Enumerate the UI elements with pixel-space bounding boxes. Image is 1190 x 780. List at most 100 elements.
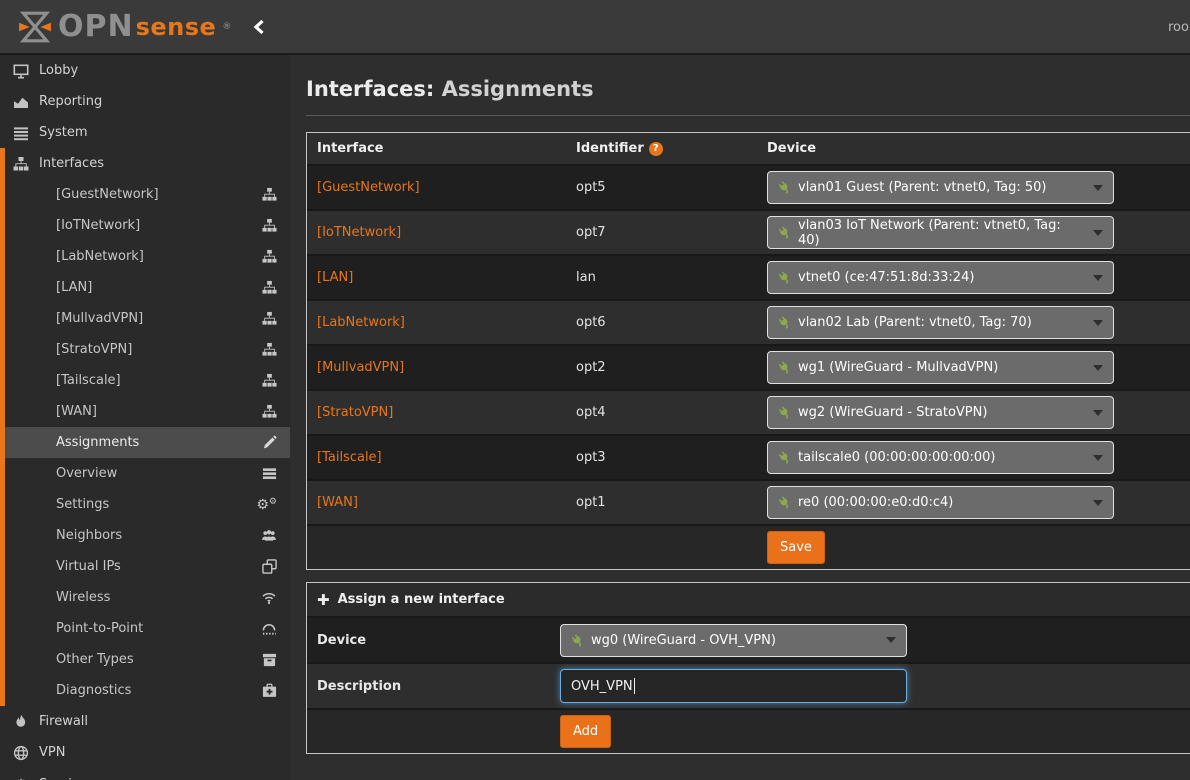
- interface-link[interactable]: [IoTNetwork]: [317, 225, 401, 240]
- device-select[interactable]: wg2 (WireGuard - StratoVPN): [767, 396, 1114, 429]
- sidebar-item-label: [IoTNetwork]: [56, 218, 140, 233]
- reorder-icon: [262, 466, 277, 481]
- sidebar-item-diagnostics[interactable]: Diagnostics: [0, 675, 290, 706]
- sidebar-item-label: [WAN]: [56, 404, 97, 419]
- device-select-value: tailscale0 (00:00:00:00:00:00): [798, 450, 995, 465]
- brand-sense: sense: [136, 15, 217, 39]
- sidebar-item-label: Neighbors: [56, 528, 122, 543]
- plug-icon: [775, 403, 795, 423]
- desktop-icon: [13, 63, 29, 79]
- device-field-row: Device wg0 (WireGuard - OVH_VPN): [307, 616, 1190, 662]
- sidebar-item-system[interactable]: System: [0, 117, 290, 148]
- plug-icon: [775, 223, 795, 243]
- sidebar-item-services[interactable]: ⚙ Services: [0, 769, 290, 780]
- device-select[interactable]: vlan02 Lab (Parent: vtnet0, Tag: 70): [767, 306, 1114, 339]
- assign-panel-footer: Add: [307, 708, 1190, 753]
- sidebar-item-label: [MullvadVPN]: [56, 311, 143, 326]
- main-content: Interfaces: Assignments Interface Identi…: [290, 55, 1190, 780]
- text-cursor: [634, 678, 635, 694]
- sidebar-item-tailscale[interactable]: [Tailscale]: [0, 365, 290, 396]
- interface-link[interactable]: [MullvadVPN]: [317, 360, 404, 375]
- sidebar-item-label: Reporting: [39, 94, 102, 109]
- sidebar-item-mullvadvpn[interactable]: [MullvadVPN]: [0, 303, 290, 334]
- device-select[interactable]: re0 (00:00:00:e0:d0:c4): [767, 486, 1114, 519]
- page-title-section: Interfaces:: [306, 77, 434, 101]
- plug-icon: [775, 448, 795, 468]
- interface-link[interactable]: [StratoVPN]: [317, 405, 393, 420]
- sidebar-item-labnetwork[interactable]: [LabNetwork]: [0, 241, 290, 272]
- table-row: [StratoVPN] opt4 wg2 (WireGuard - Strato…: [307, 389, 1190, 434]
- sidebar-item-iotnetwork[interactable]: [IoTNetwork]: [0, 210, 290, 241]
- description-input[interactable]: OVH_VPN: [560, 669, 907, 703]
- sidebar-item-overview[interactable]: Overview: [0, 458, 290, 489]
- sidebar-item-virtual-ips[interactable]: Virtual IPs: [0, 551, 290, 582]
- assign-new-interface-panel: ✚ Assign a new interface Device wg0 (Wir…: [306, 582, 1190, 754]
- device-select[interactable]: vlan01 Guest (Parent: vtnet0, Tag: 50): [767, 171, 1114, 204]
- sidebar-item-vpn[interactable]: VPN: [0, 737, 290, 768]
- sitemap-icon: [262, 280, 277, 295]
- interface-link[interactable]: [LAN]: [317, 270, 353, 285]
- sidebar-item-other-types[interactable]: Other Types: [0, 644, 290, 675]
- fire-icon: [13, 714, 29, 730]
- clone-icon: [262, 559, 277, 574]
- sidebar-item-stratovpn[interactable]: [StratoVPN]: [0, 334, 290, 365]
- sidebar-item-point-to-point[interactable]: Point-to-Point: [0, 613, 290, 644]
- sitemap-icon: [262, 311, 277, 326]
- new-device-select[interactable]: wg0 (WireGuard - OVH_VPN): [560, 624, 907, 657]
- sidebar-item-assignments[interactable]: Assignments: [0, 427, 290, 458]
- chevron-down-icon: [1093, 275, 1103, 281]
- plug-icon: [568, 630, 588, 650]
- logged-in-user[interactable]: roo: [1168, 20, 1189, 35]
- sidebar-item-label: Firewall: [39, 714, 88, 729]
- chevron-down-icon: [886, 637, 896, 643]
- table-row: [Tailscale] opt3 tailscale0 (00:00:00:00…: [307, 434, 1190, 479]
- sidebar-item-wan[interactable]: [WAN]: [0, 396, 290, 427]
- plus-icon: ✚: [317, 591, 330, 609]
- help-icon[interactable]: ?: [649, 142, 663, 156]
- interface-link[interactable]: [Tailscale]: [317, 450, 382, 465]
- sidebar-item-interfaces[interactable]: Interfaces: [0, 148, 290, 179]
- sidebar-item-label: Settings: [56, 497, 109, 512]
- plug-icon: [775, 178, 795, 198]
- list-icon: [13, 125, 29, 141]
- sidebar-item-wireless[interactable]: Wireless: [0, 582, 290, 613]
- interface-link[interactable]: [LabNetwork]: [317, 315, 405, 330]
- sitemap-icon: [262, 187, 277, 202]
- identifier-value: opt6: [566, 315, 757, 330]
- chevron-down-icon: [1093, 500, 1103, 506]
- sidebar-item-firewall[interactable]: Firewall: [0, 706, 290, 737]
- description-field-row: Description OVH_VPN: [307, 662, 1190, 708]
- add-button[interactable]: Add: [560, 715, 611, 748]
- identifier-value: opt1: [566, 495, 757, 510]
- interface-link[interactable]: [GuestNetwork]: [317, 180, 420, 195]
- device-select[interactable]: tailscale0 (00:00:00:00:00:00): [767, 441, 1114, 474]
- sidebar-item-label: [LAN]: [56, 280, 92, 295]
- device-select[interactable]: vlan03 IoT Network (Parent: vtnet0, Tag:…: [767, 216, 1114, 249]
- sidebar-item-lan[interactable]: [LAN]: [0, 272, 290, 303]
- sidebar-item-reporting[interactable]: Reporting: [0, 86, 290, 117]
- identifier-value: opt7: [566, 225, 757, 240]
- sidebar-item-label: [Tailscale]: [56, 373, 121, 388]
- sidebar-item-label: Lobby: [39, 63, 78, 78]
- chevron-left-icon: [253, 19, 265, 35]
- sidebar-item-guestnetwork[interactable]: [GuestNetwork]: [0, 179, 290, 210]
- opnsense-logo[interactable]: OPNsense®: [0, 11, 231, 43]
- identifier-value: opt3: [566, 450, 757, 465]
- plug-icon: [775, 268, 795, 288]
- device-select[interactable]: vtnet0 (ce:47:51:8d:33:24): [767, 261, 1114, 294]
- sidebar-item-settings[interactable]: Settings ⚙⚙: [0, 489, 290, 520]
- sidebar-item-label: Wireless: [56, 590, 110, 605]
- column-header-interface: Interface: [307, 141, 566, 156]
- sitemap-icon: [262, 404, 277, 419]
- globe-icon: [13, 745, 29, 761]
- device-select[interactable]: wg1 (WireGuard - MullvadVPN): [767, 351, 1114, 384]
- sidebar-collapse-button[interactable]: [253, 19, 265, 35]
- identifier-value: opt2: [566, 360, 757, 375]
- sidebar-item-label: Other Types: [56, 652, 134, 667]
- interface-link[interactable]: [WAN]: [317, 495, 358, 510]
- sidebar-item-neighbors[interactable]: Neighbors: [0, 520, 290, 551]
- sidebar-item-lobby[interactable]: Lobby: [0, 55, 290, 86]
- table-row: [LabNetwork] opt6 vlan02 Lab (Parent: vt…: [307, 299, 1190, 344]
- save-button[interactable]: Save: [767, 531, 825, 564]
- sidebar-item-label: VPN: [39, 745, 65, 760]
